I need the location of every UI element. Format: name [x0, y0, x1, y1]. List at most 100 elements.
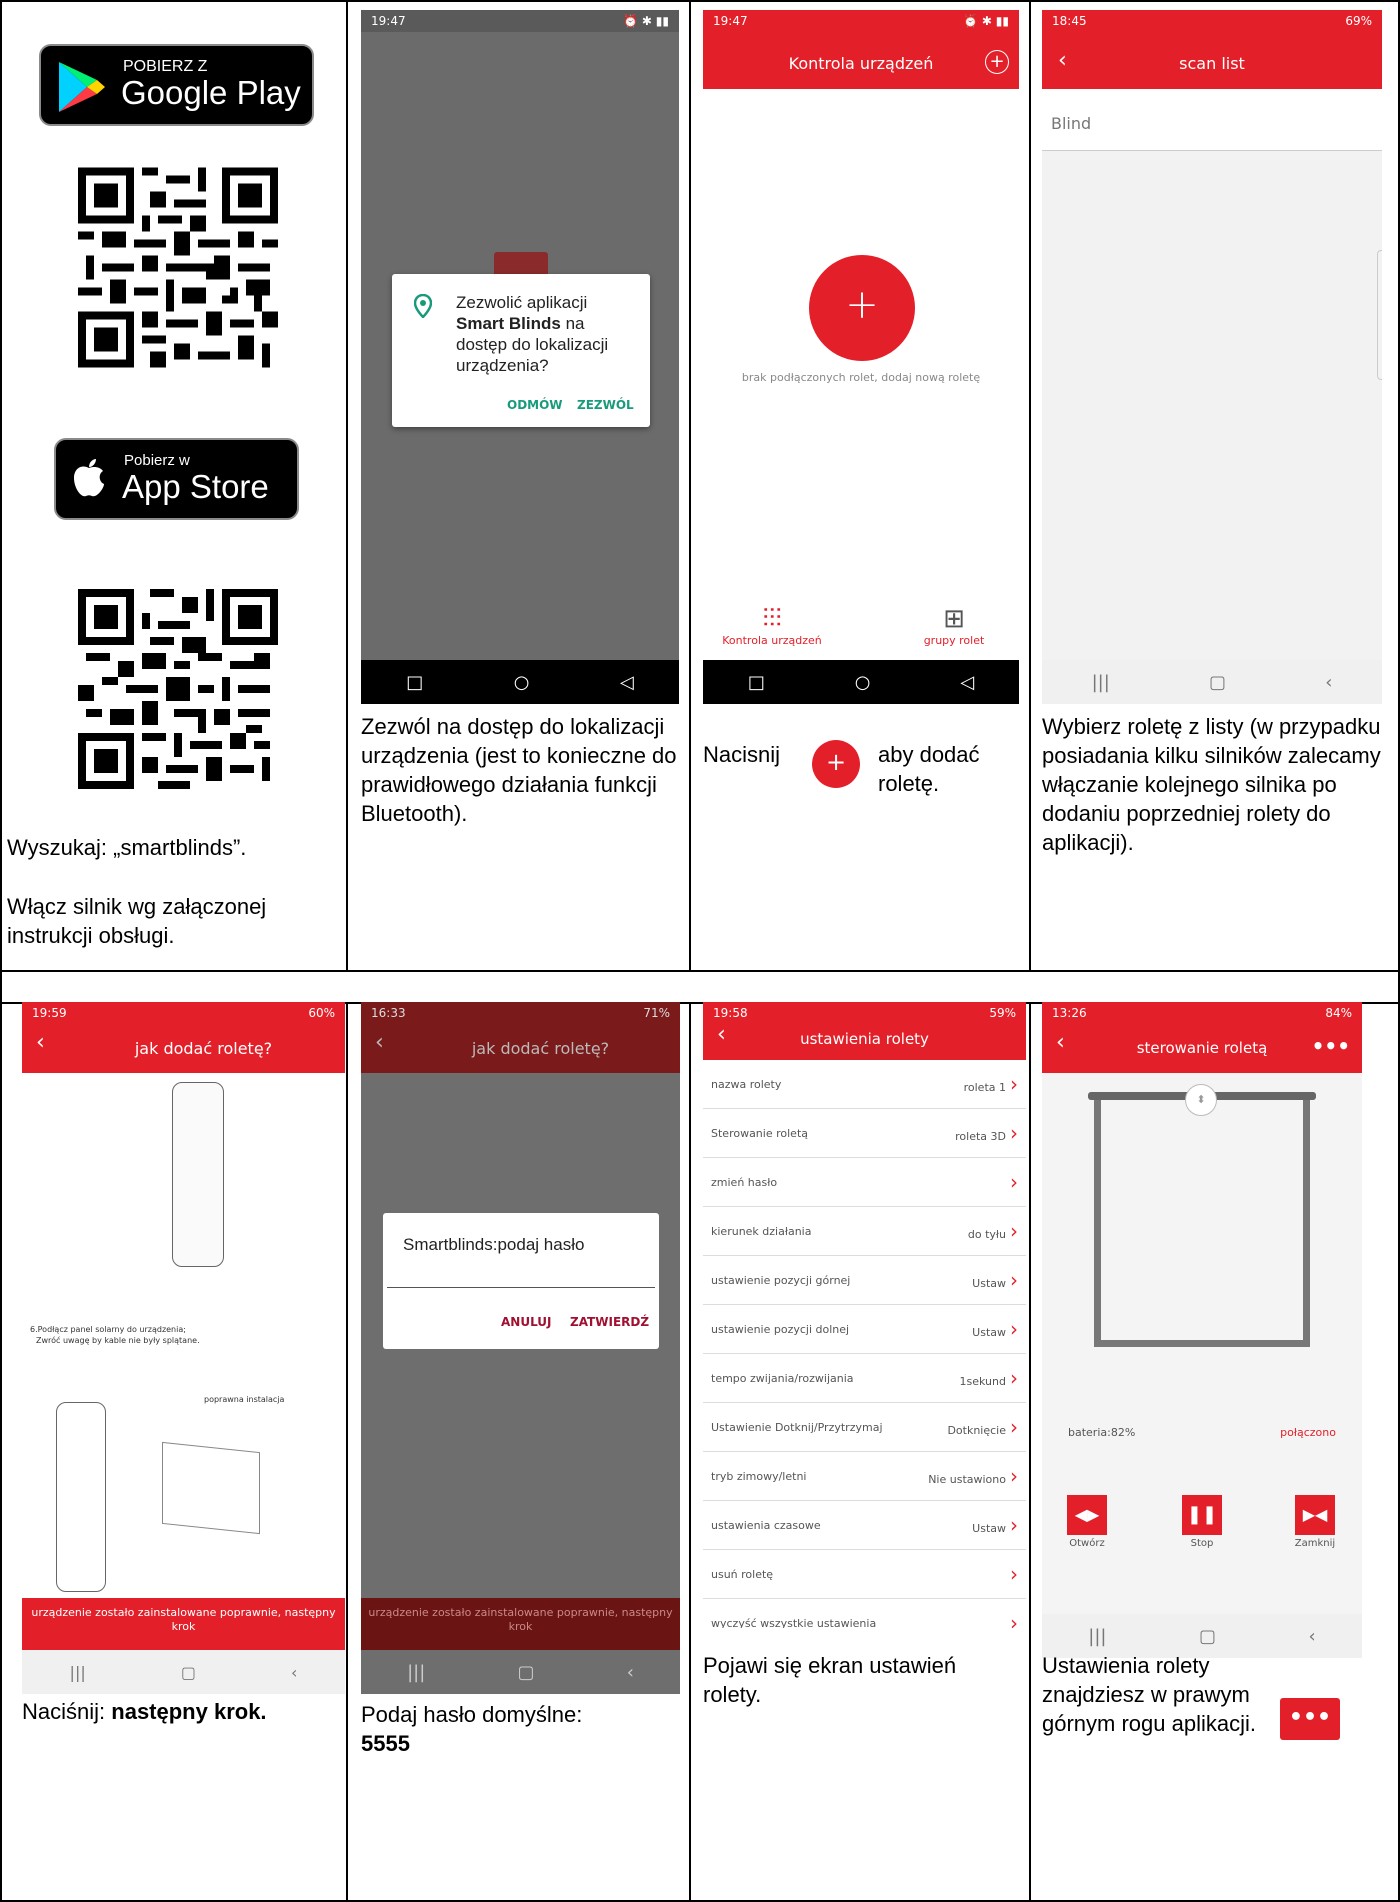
status-time: 19:47 — [371, 14, 406, 28]
deny-button[interactable]: ODMÓW — [507, 398, 563, 412]
scrollbar[interactable] — [1377, 250, 1382, 380]
settings-row-value: Nie ustawiono — [928, 1473, 1006, 1486]
chevron-right-icon[interactable]: › — [1010, 1464, 1018, 1488]
close-button[interactable]: ▶◀ Zamknij — [1292, 1495, 1338, 1549]
home-icon[interactable]: ▢ — [1209, 672, 1226, 693]
home-icon[interactable]: ▢ — [1199, 1626, 1216, 1647]
allow-button[interactable]: ZEZWÓL — [577, 398, 634, 412]
back-icon[interactable]: ◁ — [620, 672, 634, 693]
apple-icon — [72, 458, 106, 498]
inline-add-icon: + — [812, 740, 860, 788]
status-battery: 71% — [643, 1006, 670, 1020]
caption-permission: Zezwól na dostęp do lokalizacji urządzen… — [361, 714, 677, 826]
next-step-button[interactable]: urządzenie zostało zainstalowane poprawn… — [361, 1598, 680, 1650]
permission-dialog: Zezwolić aplikacji Smart Blinds na dostę… — [392, 274, 650, 427]
settings-row[interactable]: wyczyść wszystkie ustawienia › — [703, 1599, 1026, 1628]
screen-device-control: 19:47 ⏰ ✱ ▮▮ Kontrola urządzeń + + brak p… — [703, 10, 1019, 704]
blind-slider-handle[interactable]: ⬍ — [1185, 1084, 1217, 1116]
chevron-right-icon[interactable]: › — [1010, 1513, 1018, 1537]
caption-motor: Włącz silnik wg załączonej instrukcji ob… — [7, 894, 267, 948]
chevron-right-icon[interactable]: › — [1010, 1562, 1018, 1586]
page-title: Kontrola urządzeń — [788, 54, 934, 73]
back-chevron-icon[interactable]: ‹ — [36, 1030, 45, 1055]
blind-frame — [1094, 1100, 1310, 1347]
settings-row[interactable]: Ustawienie Dotknij/Przytrzymaj Dotknięcie… — [703, 1403, 1026, 1452]
settings-row[interactable]: ustawienie pozycji górnej Ustaw › — [703, 1256, 1026, 1305]
confirm-button[interactable]: ZATWIERDŹ — [570, 1315, 649, 1329]
back-icon[interactable]: ‹ — [1325, 672, 1332, 693]
chevron-right-icon[interactable]: › — [1010, 1268, 1018, 1292]
home-icon[interactable]: ○ — [855, 672, 871, 693]
scan-list-item[interactable]: Blind — [1042, 89, 1382, 151]
app-store-small: Pobierz w — [124, 452, 190, 469]
correct-label: poprawna instalacja — [204, 1395, 285, 1404]
settings-row[interactable]: tryb zimowy/letni Nie ustawiono › — [703, 1452, 1026, 1501]
home-icon[interactable]: ○ — [514, 672, 530, 693]
open-label: Otwórz — [1069, 1538, 1105, 1549]
chevron-right-icon[interactable]: › — [1010, 1121, 1018, 1145]
settings-row-value: do tyłu — [967, 1228, 1006, 1241]
open-button[interactable]: ◀▶ Otwórz — [1064, 1495, 1110, 1549]
settings-row[interactable]: nazwa rolety roleta 1 › — [703, 1060, 1026, 1109]
back-icon[interactable]: ‹ — [627, 1662, 634, 1683]
status-time: 19:47 — [713, 14, 748, 28]
settings-row-value: roleta 3D — [955, 1130, 1006, 1143]
chevron-right-icon[interactable]: › — [1010, 1366, 1018, 1390]
caption-next: Naciśnij: następny krok. — [22, 1697, 342, 1726]
screen-password: 16:33 71% ‹ jak dodać roletę? Smartblinds… — [361, 1002, 680, 1694]
chevron-right-icon[interactable]: › — [1010, 1072, 1018, 1096]
recent-apps-icon[interactable]: ||| — [70, 1663, 86, 1682]
recent-apps-icon[interactable]: □ — [748, 672, 765, 693]
dialog-text: Zezwolić aplikacji Smart Blinds na dostę… — [456, 292, 636, 376]
settings-row[interactable]: ustawienia czasowe Ustaw › — [703, 1501, 1026, 1550]
dialog-line1: Zezwolić aplikacji — [456, 293, 588, 312]
tab-device-control[interactable]: ⫶⫶⫶ Kontrola urządzeń — [717, 604, 827, 647]
settings-row[interactable]: Sterowanie roletą roleta 3D › — [703, 1109, 1026, 1158]
recent-apps-icon[interactable]: ||| — [407, 1662, 425, 1683]
recent-apps-icon[interactable]: ||| — [1092, 672, 1110, 693]
status-icons: ⏰ ✱ ▮▮ — [623, 14, 669, 28]
stop-label: Stop — [1190, 1538, 1214, 1549]
recent-apps-icon[interactable]: □ — [406, 672, 423, 693]
settings-row[interactable]: kierunek działania do tyłu › — [703, 1207, 1026, 1256]
settings-row[interactable]: usuń roletę › — [703, 1550, 1026, 1599]
home-icon[interactable]: ▢ — [517, 1662, 534, 1683]
google-play-badge[interactable]: POBIERZ Z Google Play — [39, 44, 314, 126]
install-illustration-window — [162, 1441, 260, 1535]
tab-label: grupy rolet — [923, 634, 985, 647]
page-title: jak dodać roletę? — [471, 1039, 610, 1058]
more-options-icon[interactable]: ••• — [1312, 1034, 1350, 1058]
back-icon[interactable]: ‹ — [1309, 1626, 1316, 1647]
caption-search: Wyszukaj: „smartblinds”. — [7, 835, 247, 860]
chevron-right-icon[interactable]: › — [1010, 1317, 1018, 1341]
caption-control: Ustawienia rolety znajdziesz w prawym gó… — [1042, 1651, 1394, 1738]
chevron-right-icon[interactable]: › — [1010, 1219, 1018, 1243]
close-label: Zamknij — [1294, 1538, 1336, 1549]
password-input[interactable] — [387, 1287, 655, 1288]
settings-row-value-wrap: Ustaw › — [972, 1513, 1018, 1537]
add-blind-button[interactable]: + — [809, 255, 915, 361]
next-step-button[interactable]: urządzenie zostało zainstalowane poprawn… — [22, 1598, 345, 1650]
tab-groups[interactable]: ⊞ grupy rolet — [899, 604, 1009, 647]
chevron-right-icon[interactable]: › — [1010, 1611, 1018, 1628]
inline-more-icon: ••• — [1280, 1698, 1340, 1740]
stop-button[interactable]: ❚❚ Stop — [1179, 1495, 1225, 1549]
home-icon[interactable]: ▢ — [181, 1663, 196, 1682]
back-icon[interactable]: ‹ — [291, 1663, 297, 1682]
add-circle-icon[interactable]: + — [985, 50, 1009, 74]
password-dialog: Smartblinds:podaj hasło ANULUJ ZATWIERDŹ — [383, 1213, 659, 1349]
settings-row[interactable]: ustawienie pozycji dolnej Ustaw › — [703, 1305, 1026, 1354]
settings-row-value-wrap: Ustaw › — [972, 1268, 1018, 1292]
back-icon[interactable]: ◁ — [960, 672, 974, 693]
recent-apps-icon[interactable]: ||| — [1088, 1626, 1106, 1647]
chevron-right-icon[interactable]: › — [1010, 1170, 1018, 1194]
cancel-button[interactable]: ANULUJ — [501, 1315, 552, 1329]
app-store-badge[interactable]: Pobierz w App Store — [54, 438, 299, 520]
settings-row[interactable]: zmień hasło › — [703, 1158, 1026, 1207]
chevron-right-icon[interactable]: › — [1010, 1415, 1018, 1439]
qr-code-apple — [78, 588, 278, 790]
settings-row[interactable]: tempo zwijania/rozwijania 1sekund › — [703, 1354, 1026, 1403]
back-chevron-icon[interactable]: ‹ — [375, 1030, 384, 1055]
app-store-big: App Store — [122, 468, 269, 505]
caption-password-b: 5555 — [361, 1731, 410, 1756]
